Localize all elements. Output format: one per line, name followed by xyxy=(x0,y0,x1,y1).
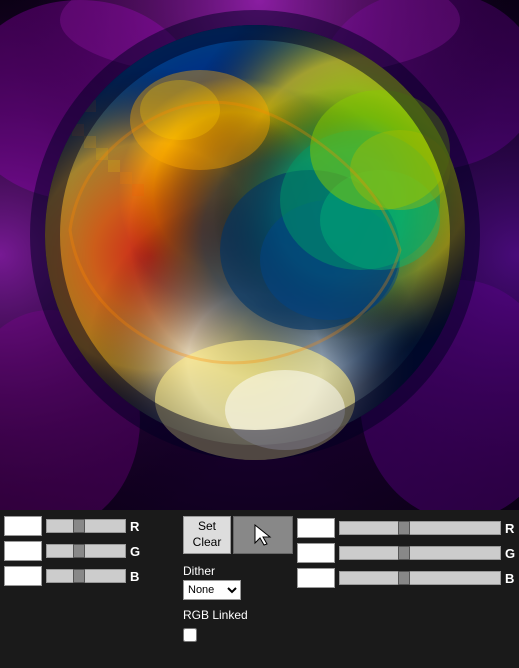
dither-label: Dither xyxy=(183,564,223,578)
g-value-input[interactable]: 100 xyxy=(4,541,42,561)
dither-select[interactable]: None xyxy=(183,580,241,600)
right-rgb-panel: 100 R 100 G 100 B xyxy=(297,516,515,662)
right-b-slider[interactable] xyxy=(339,571,501,585)
left-rgb-panel: 100 R 100 G 100 B xyxy=(4,516,179,662)
g-channel-row: 100 G xyxy=(4,541,179,561)
set-clear-row: Set Clear xyxy=(183,516,293,556)
rgb-linked-row: RGB Linked xyxy=(183,608,293,622)
dither-row: Dither xyxy=(183,564,293,578)
right-r-slider[interactable] xyxy=(339,521,501,535)
right-g-channel-row: 100 G xyxy=(297,543,515,563)
cursor-preview xyxy=(233,516,293,554)
clear-label: Clear xyxy=(193,535,222,551)
right-g-label: G xyxy=(505,546,515,561)
r-slider[interactable] xyxy=(46,519,126,533)
rgb-linked-label: RGB Linked xyxy=(183,608,248,622)
right-g-slider[interactable] xyxy=(339,546,501,560)
r-value-input[interactable]: 100 xyxy=(4,516,42,536)
right-g-value-input[interactable]: 100 xyxy=(297,543,335,563)
middle-panel: Set Clear Dither None RGB Linked xyxy=(183,516,293,662)
right-b-channel-row: 100 B xyxy=(297,568,515,588)
rgb-linked-checkbox[interactable] xyxy=(183,628,197,642)
r-label: R xyxy=(130,519,140,534)
b-slider[interactable] xyxy=(46,569,126,583)
g-label: G xyxy=(130,544,140,559)
right-b-label: B xyxy=(505,571,515,586)
controls-panel: 100 R 100 G 100 B Set Clear xyxy=(0,510,519,668)
set-clear-button[interactable]: Set Clear xyxy=(183,516,231,554)
b-channel-row: 100 B xyxy=(4,566,179,586)
image-canvas xyxy=(0,0,519,510)
b-label: B xyxy=(130,569,140,584)
g-slider[interactable] xyxy=(46,544,126,558)
set-label: Set xyxy=(198,519,216,535)
right-r-label: R xyxy=(505,521,515,536)
right-r-channel-row: 100 R xyxy=(297,518,515,538)
right-b-value-input[interactable]: 100 xyxy=(297,568,335,588)
right-r-value-input[interactable]: 100 xyxy=(297,518,335,538)
r-channel-row: 100 R xyxy=(4,516,179,536)
b-value-input[interactable]: 100 xyxy=(4,566,42,586)
